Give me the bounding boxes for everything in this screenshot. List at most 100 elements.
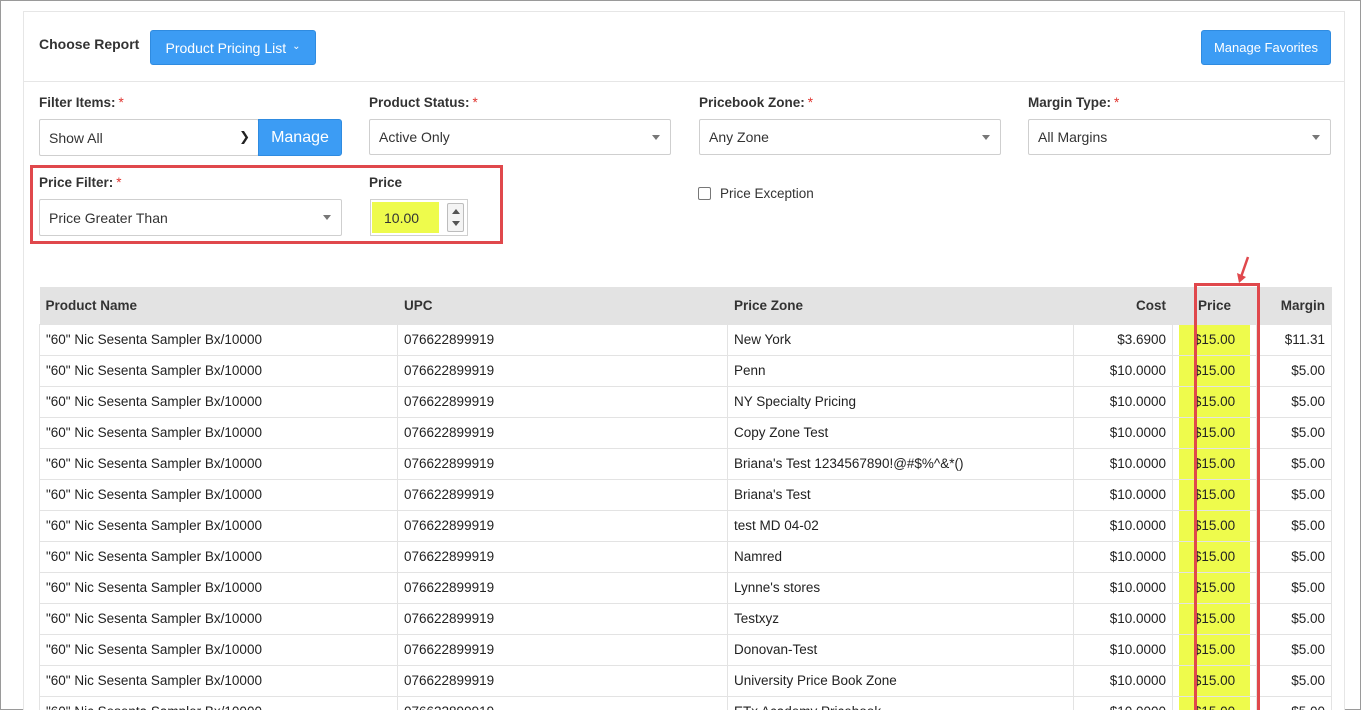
cell-cost: $10.0000	[1073, 664, 1173, 697]
cell-margin: $5.00	[1256, 695, 1332, 710]
cell-cost: $3.6900	[1073, 323, 1173, 356]
filter-items-label: Filter Items: *	[39, 95, 124, 110]
cell-product-name: "60" Nic Sesenta Sampler Bx/10000	[39, 602, 398, 635]
cell-price-zone: Lynne's stores	[727, 571, 1074, 604]
table-row[interactable]: "60" Nic Sesenta Sampler Bx/100000766228…	[39, 571, 1332, 604]
price-exception-checkbox[interactable]	[698, 187, 711, 200]
pricing-table: Product Name UPC Price Zone Cost Price M…	[39, 287, 1332, 710]
cell-price: $15.00	[1172, 571, 1257, 604]
cell-price-zone: University Price Book Zone	[727, 664, 1074, 697]
cell-margin: $5.00	[1256, 571, 1332, 604]
pricebook-zone-value: Any Zone	[709, 129, 769, 145]
cell-price-zone: ETx Academy Pricebook	[727, 695, 1074, 710]
price-filter-select[interactable]: Price Greater Than	[39, 199, 342, 236]
column-header-upc[interactable]: UPC	[397, 287, 728, 324]
cell-upc: 076622899919	[397, 602, 728, 635]
manage-button[interactable]: Manage	[258, 119, 342, 156]
cell-cost: $10.0000	[1073, 695, 1173, 710]
cell-margin: $11.31	[1256, 323, 1332, 356]
price-value-highlight: $15.00	[1179, 542, 1250, 571]
table-row[interactable]: "60" Nic Sesenta Sampler Bx/100000766228…	[39, 540, 1332, 573]
column-header-price-zone[interactable]: Price Zone	[727, 287, 1074, 324]
cell-cost: $10.0000	[1073, 633, 1173, 666]
cell-price-zone: Namred	[727, 540, 1074, 573]
caret-down-icon	[323, 215, 331, 220]
cell-product-name: "60" Nic Sesenta Sampler Bx/10000	[39, 695, 398, 710]
price-value-highlight: $15.00	[1179, 604, 1250, 633]
filter-items-value: Show All	[49, 129, 103, 146]
cell-product-name: "60" Nic Sesenta Sampler Bx/10000	[39, 478, 398, 511]
table-row[interactable]: "60" Nic Sesenta Sampler Bx/100000766228…	[39, 385, 1332, 418]
cell-price: $15.00	[1172, 540, 1257, 573]
cell-upc: 076622899919	[397, 540, 728, 573]
cell-price-zone: Briana's Test	[727, 478, 1074, 511]
cell-upc: 076622899919	[397, 416, 728, 449]
report-panel: Choose Report Product Pricing List ⌄ Man…	[23, 11, 1345, 710]
required-marker: *	[472, 95, 478, 110]
cell-upc: 076622899919	[397, 664, 728, 697]
price-input[interactable]: 10.00	[370, 199, 468, 236]
report-select-button[interactable]: Product Pricing List ⌄	[150, 30, 316, 65]
cell-cost: $10.0000	[1073, 571, 1173, 604]
cell-price: $15.00	[1172, 447, 1257, 480]
screenshot-frame: Choose Report Product Pricing List ⌄ Man…	[0, 0, 1361, 710]
cell-upc: 076622899919	[397, 633, 728, 666]
price-value: 10.00	[372, 202, 439, 233]
caret-down-icon	[652, 135, 660, 140]
cell-product-name: "60" Nic Sesenta Sampler Bx/10000	[39, 323, 398, 356]
table-row[interactable]: "60" Nic Sesenta Sampler Bx/100000766228…	[39, 695, 1332, 710]
manage-button-label: Manage	[271, 128, 329, 146]
price-spinner[interactable]	[447, 203, 464, 232]
cell-upc: 076622899919	[397, 478, 728, 511]
column-header-cost[interactable]: Cost	[1073, 287, 1173, 324]
manage-favorites-button[interactable]: Manage Favorites	[1201, 30, 1331, 65]
cell-upc: 076622899919	[397, 354, 728, 387]
price-value-highlight: $15.00	[1179, 697, 1250, 710]
table-row[interactable]: "60" Nic Sesenta Sampler Bx/100000766228…	[39, 323, 1332, 356]
spin-up-icon[interactable]	[452, 209, 460, 214]
table-body: "60" Nic Sesenta Sampler Bx/10000 0766228…	[39, 323, 1332, 710]
table-row[interactable]: "60" Nic Sesenta Sampler Bx/100000766228…	[39, 354, 1332, 387]
cell-price: $15.00	[1172, 385, 1257, 418]
required-marker: *	[1114, 95, 1120, 110]
cell-cost: $10.0000	[1073, 447, 1173, 480]
product-status-label-text: Product Status:	[369, 95, 470, 110]
price-exception-option[interactable]: Price Exception	[698, 186, 814, 201]
column-header-price[interactable]: Price	[1172, 287, 1257, 324]
cell-price-zone: Briana's Test 1234567890!@#$%^&*()	[727, 447, 1074, 480]
cell-product-name: "60" Nic Sesenta Sampler Bx/10000	[39, 385, 398, 418]
report-header: Choose Report Product Pricing List ⌄ Man…	[24, 12, 1344, 82]
product-status-label: Product Status: *	[369, 95, 478, 110]
margin-type-value: All Margins	[1038, 129, 1108, 145]
table-row[interactable]: "60" Nic Sesenta Sampler Bx/100000766228…	[39, 664, 1332, 697]
cell-margin: $5.00	[1256, 602, 1332, 635]
cell-cost: $10.0000	[1073, 354, 1173, 387]
table-row[interactable]: "60" Nic Sesenta Sampler Bx/100000766228…	[39, 509, 1332, 542]
price-value-highlight: $15.00	[1179, 511, 1250, 540]
column-header-margin[interactable]: Margin	[1256, 287, 1332, 324]
price-filter-label: Price Filter: *	[39, 175, 122, 190]
product-status-select[interactable]: Active Only	[369, 119, 671, 155]
caret-down-icon	[1312, 135, 1320, 140]
table-row[interactable]: "60" Nic Sesenta Sampler Bx/100000766228…	[39, 416, 1332, 449]
table-row[interactable]: "60" Nic Sesenta Sampler Bx/100000766228…	[39, 478, 1332, 511]
table-row[interactable]: "60" Nic Sesenta Sampler Bx/100000766228…	[39, 602, 1332, 635]
spin-down-icon[interactable]	[452, 221, 460, 226]
price-value-highlight: $15.00	[1179, 635, 1250, 664]
price-label: Price	[369, 175, 403, 190]
cell-product-name: "60" Nic Sesenta Sampler Bx/10000	[39, 571, 398, 604]
column-header-product-name[interactable]: Product Name	[39, 287, 398, 324]
filter-items-select[interactable]: Show All ❯	[39, 119, 259, 156]
cell-margin: $5.00	[1256, 478, 1332, 511]
price-exception-label: Price Exception	[720, 186, 814, 201]
table-row[interactable]: "60" Nic Sesenta Sampler Bx/100000766228…	[39, 447, 1332, 480]
cell-margin: $5.00	[1256, 354, 1332, 387]
cell-price-zone: Copy Zone Test	[727, 416, 1074, 449]
table-row[interactable]: "60" Nic Sesenta Sampler Bx/100000766228…	[39, 633, 1332, 666]
cell-cost: $10.0000	[1073, 509, 1173, 542]
margin-type-select[interactable]: All Margins	[1028, 119, 1331, 155]
cell-margin: $5.00	[1256, 416, 1332, 449]
cell-price: $15.00	[1172, 664, 1257, 697]
pricebook-zone-select[interactable]: Any Zone	[699, 119, 1001, 155]
cell-price: $15.00	[1172, 602, 1257, 635]
